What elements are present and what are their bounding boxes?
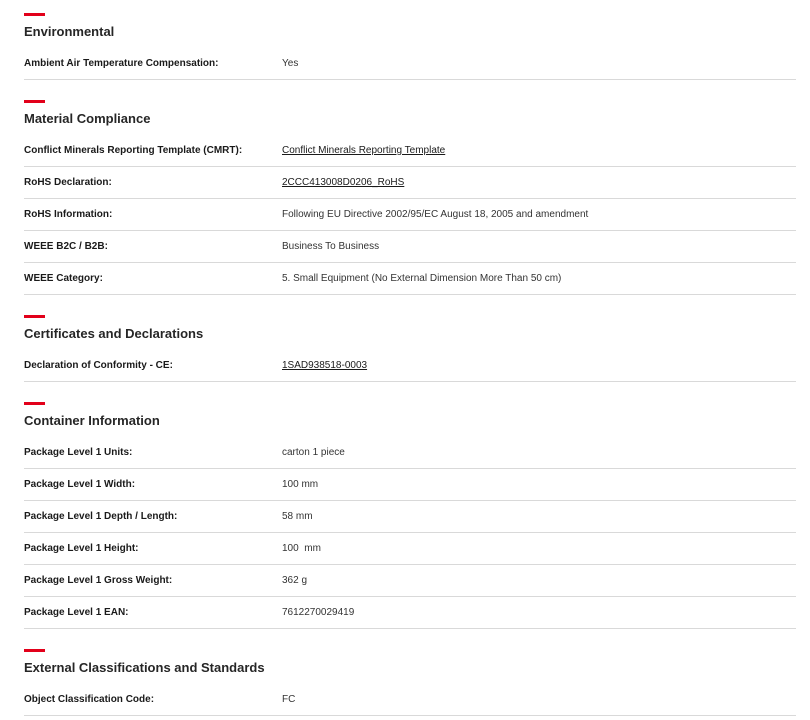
spec-label: RoHS Declaration: xyxy=(24,177,112,188)
spec-label: Package Level 1 EAN: xyxy=(24,607,129,618)
section-accent-bar xyxy=(24,649,45,652)
section-accent-bar xyxy=(24,13,45,16)
section-environmental: Environmental Ambient Air Temperature Co… xyxy=(24,13,796,80)
spec-row: Declaration of Conformity - CE: 1SAD9385… xyxy=(24,350,796,382)
spec-row: Package Level 1 EAN: 7612270029419 xyxy=(24,597,796,629)
section-title: External Classifications and Standards xyxy=(24,660,265,675)
spec-label: Package Level 1 Units: xyxy=(24,447,133,458)
spec-row: Conflict Minerals Reporting Template (CM… xyxy=(24,135,796,167)
spec-value: 100 mm xyxy=(282,543,321,554)
spec-row: Package Level 1 Gross Weight: 362 g xyxy=(24,565,796,597)
rohs-declaration-link[interactable]: 2CCC413008D0206_RoHS xyxy=(282,177,404,188)
spec-row: Ambient Air Temperature Compensation: Ye… xyxy=(24,48,796,80)
spec-label: Conflict Minerals Reporting Template (CM… xyxy=(24,145,243,156)
spec-row: Package Level 1 Height: 100 mm xyxy=(24,533,796,565)
section-accent-bar xyxy=(24,402,45,405)
spec-row: Object Classification Code: FC xyxy=(24,684,796,716)
section-accent-bar xyxy=(24,100,45,103)
spec-table: Declaration of Conformity - CE: 1SAD9385… xyxy=(24,350,796,382)
spec-label: Package Level 1 Gross Weight: xyxy=(24,575,173,586)
section-external-classifications: External Classifications and Standards O… xyxy=(24,649,796,716)
spec-label: Ambient Air Temperature Compensation: xyxy=(24,58,219,69)
spec-value: Following EU Directive 2002/95/EC August… xyxy=(282,209,589,220)
spec-table: Object Classification Code: FC xyxy=(24,684,796,716)
spec-row: RoHS Information: Following EU Directive… xyxy=(24,199,796,231)
spec-value: 7612270029419 xyxy=(282,607,355,618)
section-title: Certificates and Declarations xyxy=(24,326,204,341)
ce-declaration-link[interactable]: 1SAD938518-0003 xyxy=(282,360,367,371)
spec-row: Package Level 1 Depth / Length: 58 mm xyxy=(24,501,796,533)
spec-label: RoHS Information: xyxy=(24,209,113,220)
spec-page: Environmental Ambient Air Temperature Co… xyxy=(24,0,796,716)
spec-table: Package Level 1 Units: carton 1 piece Pa… xyxy=(24,437,796,629)
spec-row: Package Level 1 Width: 100 mm xyxy=(24,469,796,501)
spec-value: 58 mm xyxy=(282,511,313,522)
spec-label: WEEE B2C / B2B: xyxy=(24,241,108,252)
section-accent-bar xyxy=(24,315,45,318)
section-material-compliance: Material Compliance Conflict Minerals Re… xyxy=(24,100,796,295)
spec-label: Package Level 1 Height: xyxy=(24,543,139,554)
spec-value: 100 mm xyxy=(282,479,319,490)
spec-value: carton 1 piece xyxy=(282,447,345,458)
spec-row: WEEE Category: 5. Small Equipment (No Ex… xyxy=(24,263,796,295)
section-certificates: Certificates and Declarations Declaratio… xyxy=(24,315,796,382)
spec-row: WEEE B2C / B2B: Business To Business xyxy=(24,231,796,263)
spec-value: 362 g xyxy=(282,575,308,586)
spec-label: Object Classification Code: xyxy=(24,694,155,705)
spec-row: RoHS Declaration: 2CCC413008D0206_RoHS xyxy=(24,167,796,199)
spec-value: 5. Small Equipment (No External Dimensio… xyxy=(282,273,562,284)
spec-value: Business To Business xyxy=(282,241,380,252)
spec-table: Conflict Minerals Reporting Template (CM… xyxy=(24,135,796,295)
spec-value: Yes xyxy=(282,58,299,69)
spec-value: FC xyxy=(282,694,296,705)
spec-label: Package Level 1 Width: xyxy=(24,479,136,490)
section-title: Container Information xyxy=(24,413,160,428)
spec-label: Package Level 1 Depth / Length: xyxy=(24,511,178,522)
spec-table: Ambient Air Temperature Compensation: Ye… xyxy=(24,48,796,80)
section-container-information: Container Information Package Level 1 Un… xyxy=(24,402,796,629)
spec-row: Package Level 1 Units: carton 1 piece xyxy=(24,437,796,469)
spec-label: Declaration of Conformity - CE: xyxy=(24,360,173,371)
cmrt-link[interactable]: Conflict Minerals Reporting Template xyxy=(282,145,445,156)
section-title: Environmental xyxy=(24,24,115,39)
section-title: Material Compliance xyxy=(24,111,151,126)
spec-label: WEEE Category: xyxy=(24,273,103,284)
